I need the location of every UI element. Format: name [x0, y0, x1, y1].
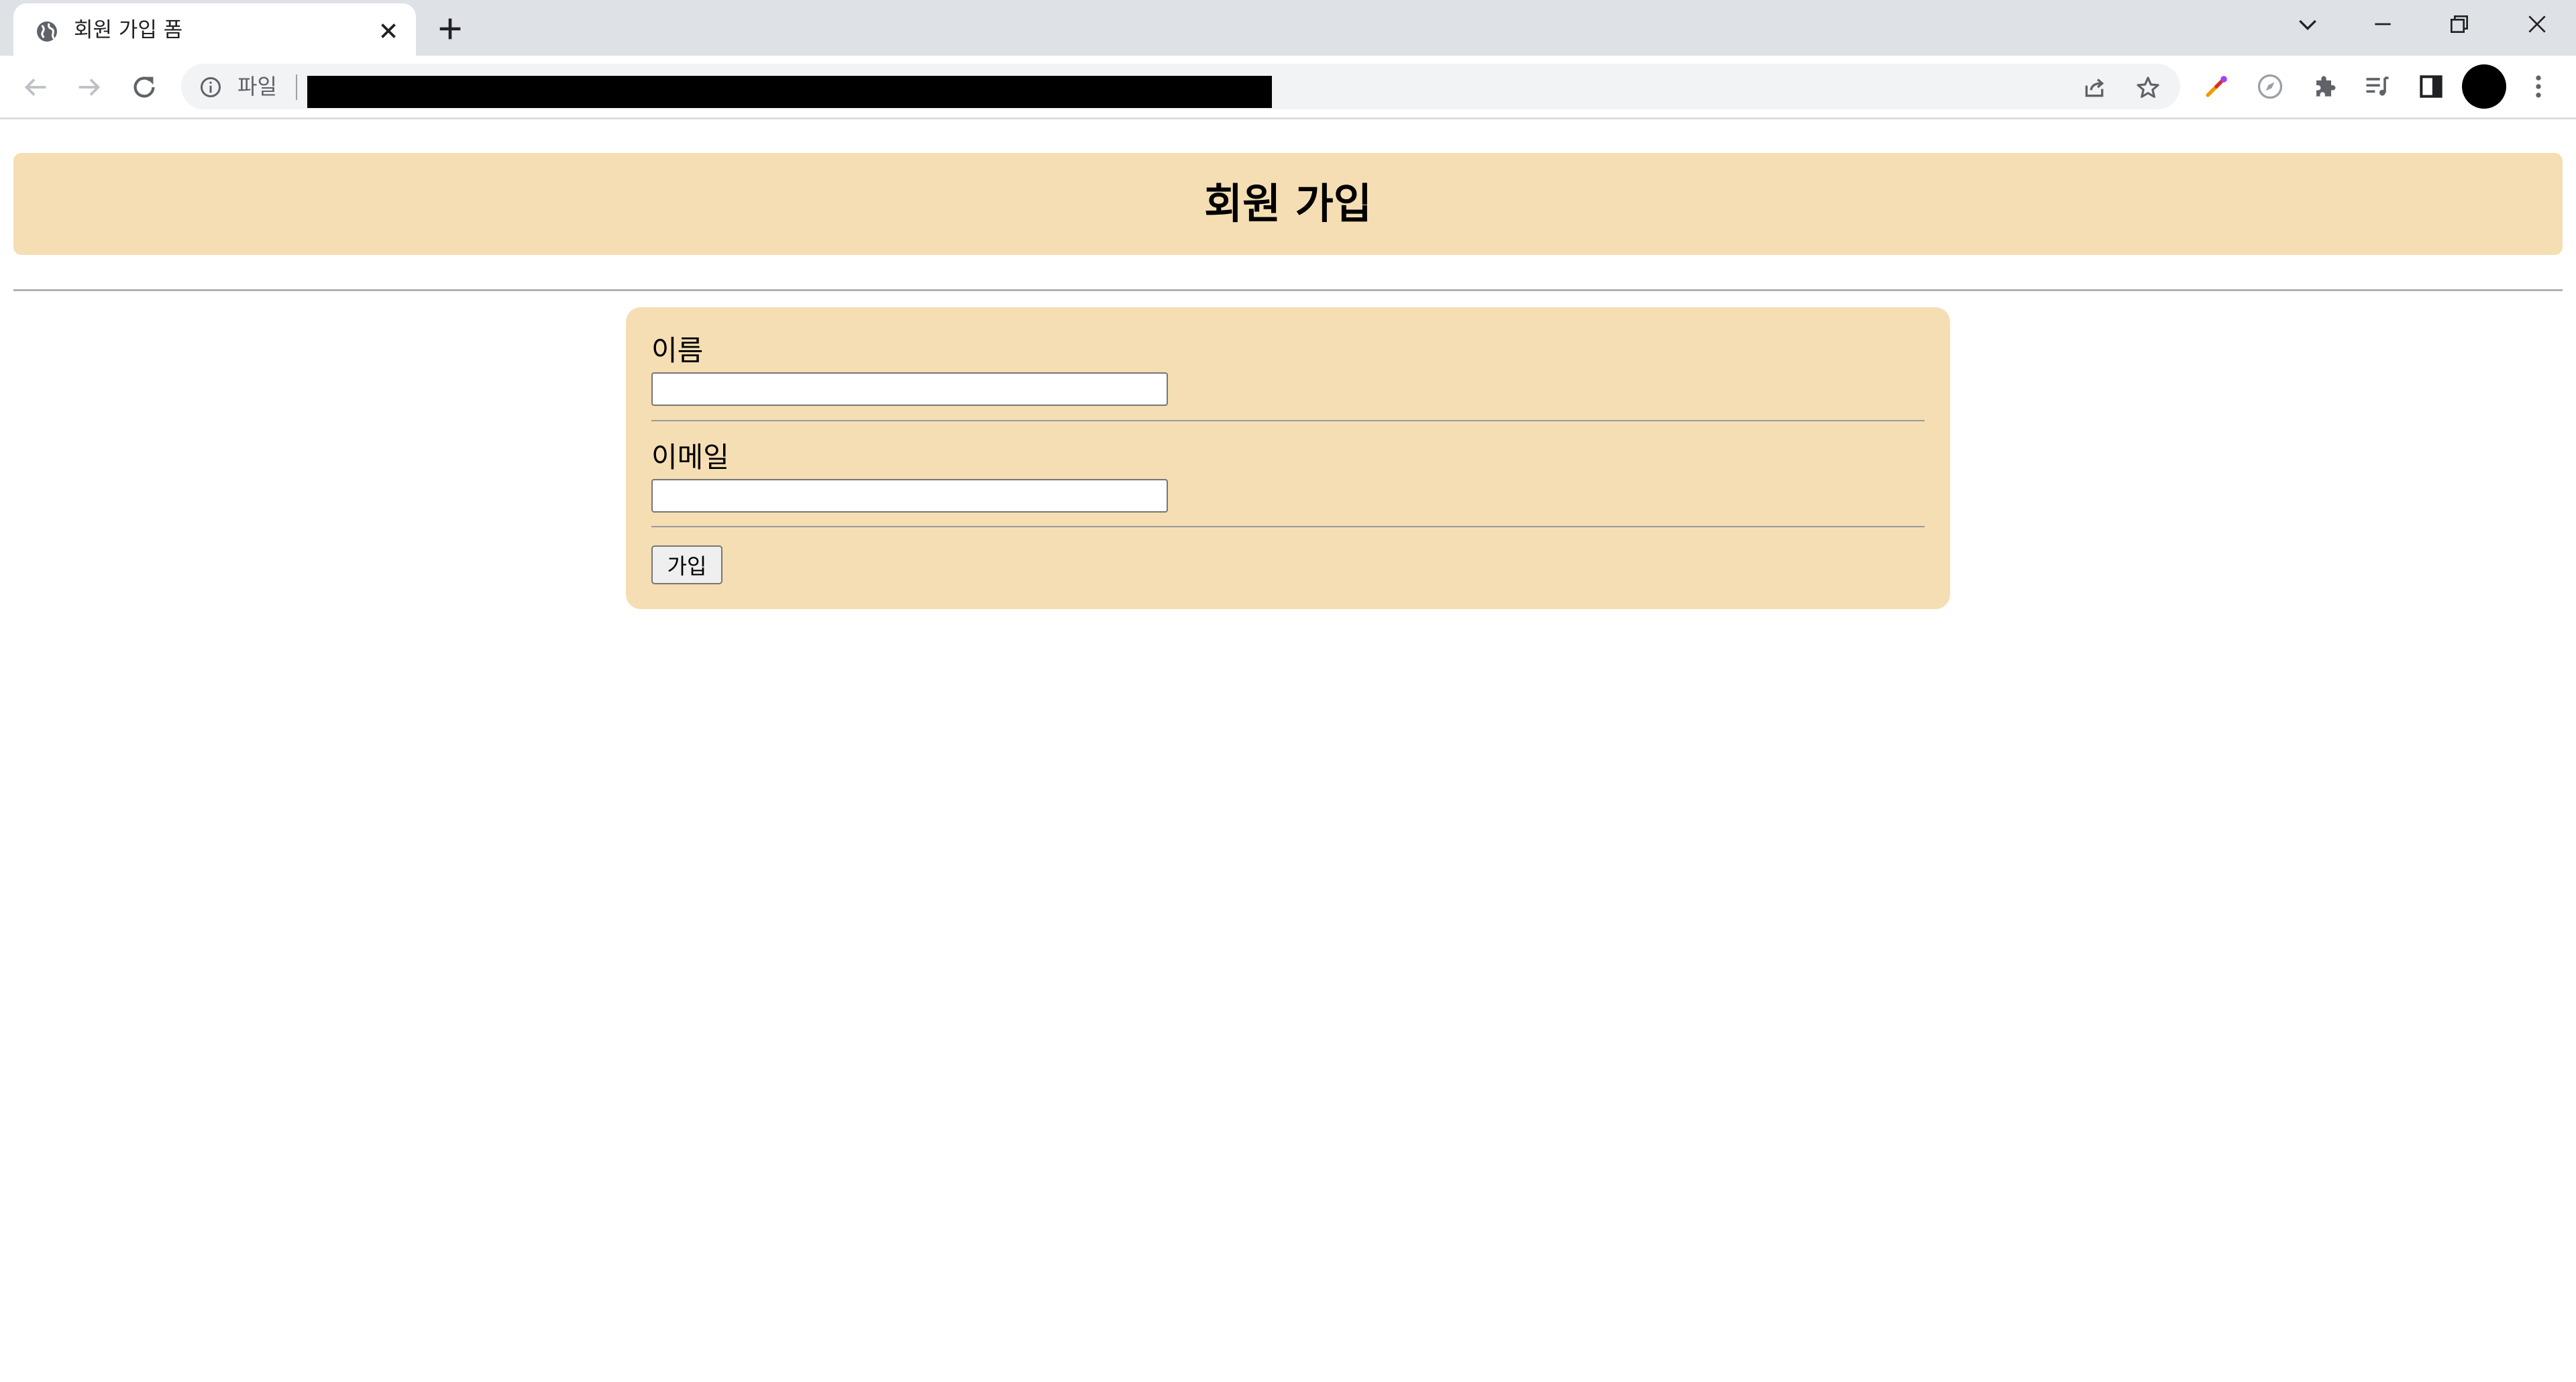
header-divider — [13, 289, 2563, 291]
color-picker-icon[interactable] — [2202, 72, 2231, 101]
form-divider — [651, 526, 1925, 527]
globe-icon — [37, 21, 57, 42]
url-text-redacted[interactable] — [307, 76, 1272, 108]
signup-form: 이름 이메일 가입 — [626, 307, 1950, 609]
browser-toolbar: 파일 — [0, 56, 2576, 119]
email-label: 이메일 — [651, 441, 729, 474]
extensions-puzzle-icon[interactable] — [2309, 72, 2339, 101]
submit-button[interactable]: 가입 — [651, 545, 722, 584]
scheme-separator — [296, 74, 297, 100]
header-banner: 회원 가입 — [13, 153, 2563, 255]
reading-list-icon[interactable] — [2363, 72, 2392, 101]
tab-title: 회원 가입 폼 — [74, 18, 183, 42]
page-viewport: 회원 가입 이름 이메일 가입 — [0, 119, 2576, 1382]
name-label: 이름 — [651, 334, 704, 367]
new-tab-plus-icon[interactable] — [435, 13, 466, 44]
page-title: 회원 가입 — [1204, 179, 1372, 228]
tab-close-icon[interactable] — [376, 18, 401, 44]
scheme-label: 파일 — [237, 74, 277, 99]
window-close-icon[interactable] — [2524, 11, 2551, 38]
more-menu-icon[interactable] — [2524, 72, 2553, 101]
email-input[interactable] — [651, 479, 1168, 513]
back-arrow-icon[interactable] — [20, 72, 51, 103]
tab-search-chevron-down-icon[interactable] — [2294, 11, 2321, 38]
address-bar[interactable]: 파일 — [181, 64, 2180, 109]
profile-avatar[interactable] — [2462, 64, 2506, 109]
minimize-icon[interactable] — [2369, 11, 2396, 38]
restore-icon[interactable] — [2446, 11, 2473, 38]
compass-icon[interactable] — [2255, 72, 2285, 101]
reload-icon[interactable] — [129, 72, 160, 103]
tab-strip: 회원 가입 폼 — [0, 0, 2576, 56]
bookmark-star-icon[interactable] — [2135, 74, 2161, 101]
side-panel-icon[interactable] — [2416, 72, 2446, 101]
browser-tab[interactable]: 회원 가입 폼 — [13, 3, 416, 56]
name-input[interactable] — [651, 372, 1168, 406]
forward-arrow-icon[interactable] — [74, 72, 105, 103]
info-icon[interactable] — [199, 75, 223, 99]
share-icon[interactable] — [2081, 74, 2108, 101]
form-divider — [651, 420, 1925, 421]
